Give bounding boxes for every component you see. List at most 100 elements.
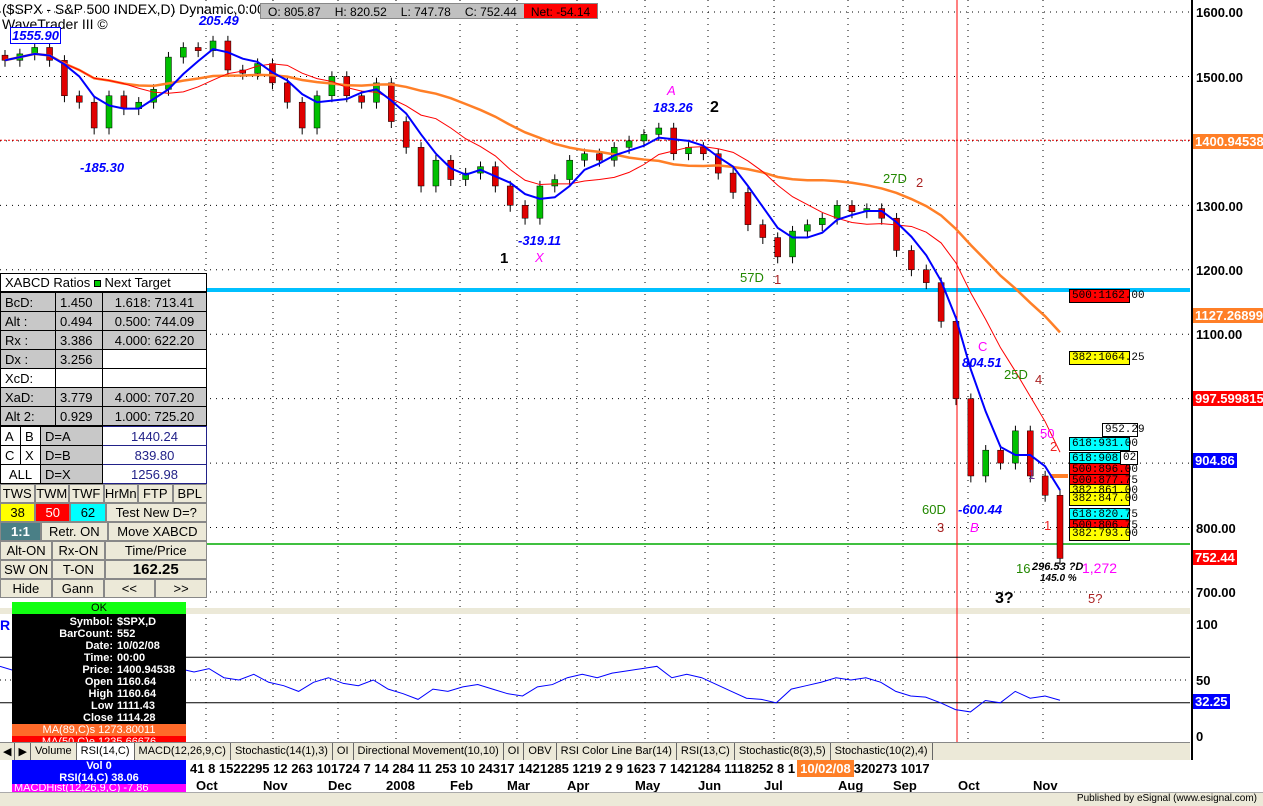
rsi-readout: RSI(14,C) 38.06 bbox=[59, 772, 139, 784]
tab-stochastic-10-2-4-[interactable]: Stochastic(10(2),4) bbox=[831, 743, 933, 760]
wave-label: 2 bbox=[710, 99, 719, 116]
tab-macd-12-26-9-c-[interactable]: MACD(12,26,9,C) bbox=[135, 743, 231, 760]
annotation-label: 804.51 bbox=[962, 355, 1002, 370]
move-xabcd-button[interactable]: Move XABCD bbox=[107, 522, 208, 541]
ohlc-readout: O: 805.87 H: 820.52 L: 747.78 C: 752.44 … bbox=[260, 3, 599, 19]
tab-directional-movement-10-10-[interactable]: Directional Movement(10,10) bbox=[354, 743, 504, 760]
data-window-row: Low 1111.43 bbox=[12, 700, 186, 712]
time-price-button[interactable]: Time/Price bbox=[104, 541, 207, 560]
month-label: 2008 bbox=[386, 778, 415, 793]
tab-oi[interactable]: OI bbox=[333, 743, 354, 760]
ratio-label: Rx : bbox=[0, 330, 56, 350]
candle-body bbox=[566, 159, 573, 180]
candle-body bbox=[640, 134, 648, 142]
wave-label: 1 bbox=[774, 272, 782, 287]
tool-button-hrmn[interactable]: HrMn bbox=[103, 484, 138, 503]
vol-readout: Vol 0 bbox=[86, 760, 112, 772]
tool-button-twm[interactable]: TWM bbox=[34, 484, 69, 503]
wave-label: C bbox=[978, 339, 988, 354]
wave-label: 1 bbox=[500, 250, 509, 267]
candle-body bbox=[417, 147, 425, 187]
t-on-button[interactable]: T-ON bbox=[52, 560, 105, 579]
gann-button[interactable]: Gann bbox=[51, 579, 104, 598]
tab-volume[interactable]: Volume bbox=[31, 743, 77, 760]
wave-label: 60D bbox=[922, 502, 946, 517]
ok-button[interactable]: OK bbox=[12, 602, 186, 614]
target-value bbox=[102, 368, 207, 388]
ma89-readout: MA(89,C)s 1273.80011 bbox=[12, 724, 186, 736]
alt-on-button[interactable]: Alt-ON bbox=[0, 541, 53, 560]
rx-on-button[interactable]: Rx-ON bbox=[52, 541, 105, 560]
candle-body bbox=[298, 101, 306, 129]
hide-button[interactable]: Hide bbox=[0, 579, 52, 598]
point-a-button[interactable]: A bbox=[0, 426, 21, 446]
point-c-button[interactable]: C bbox=[0, 445, 21, 465]
tab-stochastic-8-3-5-[interactable]: Stochastic(8(3),5) bbox=[735, 743, 831, 760]
candle-body bbox=[952, 321, 960, 399]
candle-body bbox=[551, 179, 559, 187]
tool-button-ftp[interactable]: FTP bbox=[138, 484, 173, 503]
tab-rsi-color-line-bar-14-[interactable]: RSI Color Line Bar(14) bbox=[557, 743, 677, 760]
month-label: Aug bbox=[838, 778, 864, 793]
price-marker: 1127.26899 bbox=[1193, 308, 1263, 323]
tool-button-bpl[interactable]: BPL bbox=[172, 484, 207, 503]
candle-body bbox=[729, 172, 737, 193]
candle-body bbox=[833, 205, 841, 219]
data-window-row: High 1160.64 bbox=[12, 688, 186, 700]
data-window: OK Symbol: $SPX,D BarCount: 552 Date: 10/02/0… bbox=[12, 602, 186, 748]
field-value: 10/02/08 bbox=[117, 640, 160, 652]
previous-button[interactable]: << bbox=[103, 579, 156, 598]
ratio-label: Dx : bbox=[0, 349, 56, 369]
retr-on-button[interactable]: Retr. ON bbox=[40, 522, 108, 541]
price-tick: 1100.00 bbox=[1196, 327, 1243, 342]
tab-rsi-13-c-[interactable]: RSI(13,C) bbox=[677, 743, 735, 760]
data-window-row: Symbol: $SPX,D bbox=[12, 616, 186, 628]
xabcd-header: XABCD Ratios Next Target bbox=[0, 273, 207, 292]
annotation-label: 1,272 bbox=[1082, 560, 1118, 576]
net-change: Net: -54.14 bbox=[523, 4, 598, 19]
annotation-label: -600.44 bbox=[958, 502, 1003, 517]
month-label: Nov bbox=[263, 778, 288, 793]
wave-label: 5? bbox=[1088, 591, 1103, 606]
candle-body bbox=[982, 449, 989, 477]
fib-50-button[interactable]: 50 bbox=[35, 503, 71, 522]
ratio-value bbox=[55, 368, 103, 388]
fib-label: 618:931.00 bbox=[1069, 437, 1138, 451]
candle-body bbox=[120, 95, 128, 109]
candle-body bbox=[967, 398, 975, 477]
target-value: 1.618: 713.41 bbox=[102, 292, 207, 312]
data-window-row: Open 1160.64 bbox=[12, 676, 186, 688]
tab-obv[interactable]: OBV bbox=[524, 743, 557, 760]
tool-button-twf[interactable]: TWF bbox=[69, 484, 104, 503]
tab-rsi-14-c-[interactable]: RSI(14,C) bbox=[76, 743, 135, 760]
wave-label: 4 bbox=[1035, 372, 1043, 387]
wave-label: B bbox=[970, 520, 979, 535]
scroll-right-button[interactable]: ▶ bbox=[15, 743, 31, 760]
sw-on-button[interactable]: SW ON bbox=[0, 560, 53, 579]
target-value: 4.000: 622.20 bbox=[102, 330, 207, 350]
time-price-value: 162.25 bbox=[104, 560, 207, 579]
wave-label: X bbox=[535, 250, 544, 265]
field-label: Symbol: bbox=[69, 616, 113, 628]
tab-oi[interactable]: OI bbox=[504, 743, 525, 760]
candle-body bbox=[596, 153, 603, 161]
ratio-1-1-button[interactable]: 1:1 bbox=[0, 522, 41, 541]
all-button[interactable]: ALL bbox=[0, 464, 41, 484]
scroll-left-button[interactable]: ◀ bbox=[0, 743, 16, 760]
rsi-last-marker: 32.25 bbox=[1193, 694, 1230, 709]
point-b-button[interactable]: B bbox=[20, 426, 41, 446]
candle-body bbox=[194, 47, 202, 51]
test-new-d-button[interactable]: Test New D=? bbox=[105, 503, 208, 522]
rsi-pane-label: R bbox=[0, 617, 10, 633]
data-window-row: Time: 00:00 bbox=[12, 652, 186, 664]
fib-38-button[interactable]: 38 bbox=[0, 503, 36, 522]
field-label: High bbox=[88, 688, 113, 700]
wave-label: 1 bbox=[1028, 467, 1036, 482]
point-x-button[interactable]: X bbox=[20, 445, 41, 465]
tool-button-tws[interactable]: TWS bbox=[0, 484, 35, 503]
field-value: 1400.94538 bbox=[117, 664, 176, 676]
fib-62-button[interactable]: 62 bbox=[70, 503, 106, 522]
next-button[interactable]: >> bbox=[155, 579, 207, 598]
tab-stochastic-14-1-3-[interactable]: Stochastic(14(1),3) bbox=[231, 743, 333, 760]
next-target-title: Next Target bbox=[104, 275, 171, 290]
